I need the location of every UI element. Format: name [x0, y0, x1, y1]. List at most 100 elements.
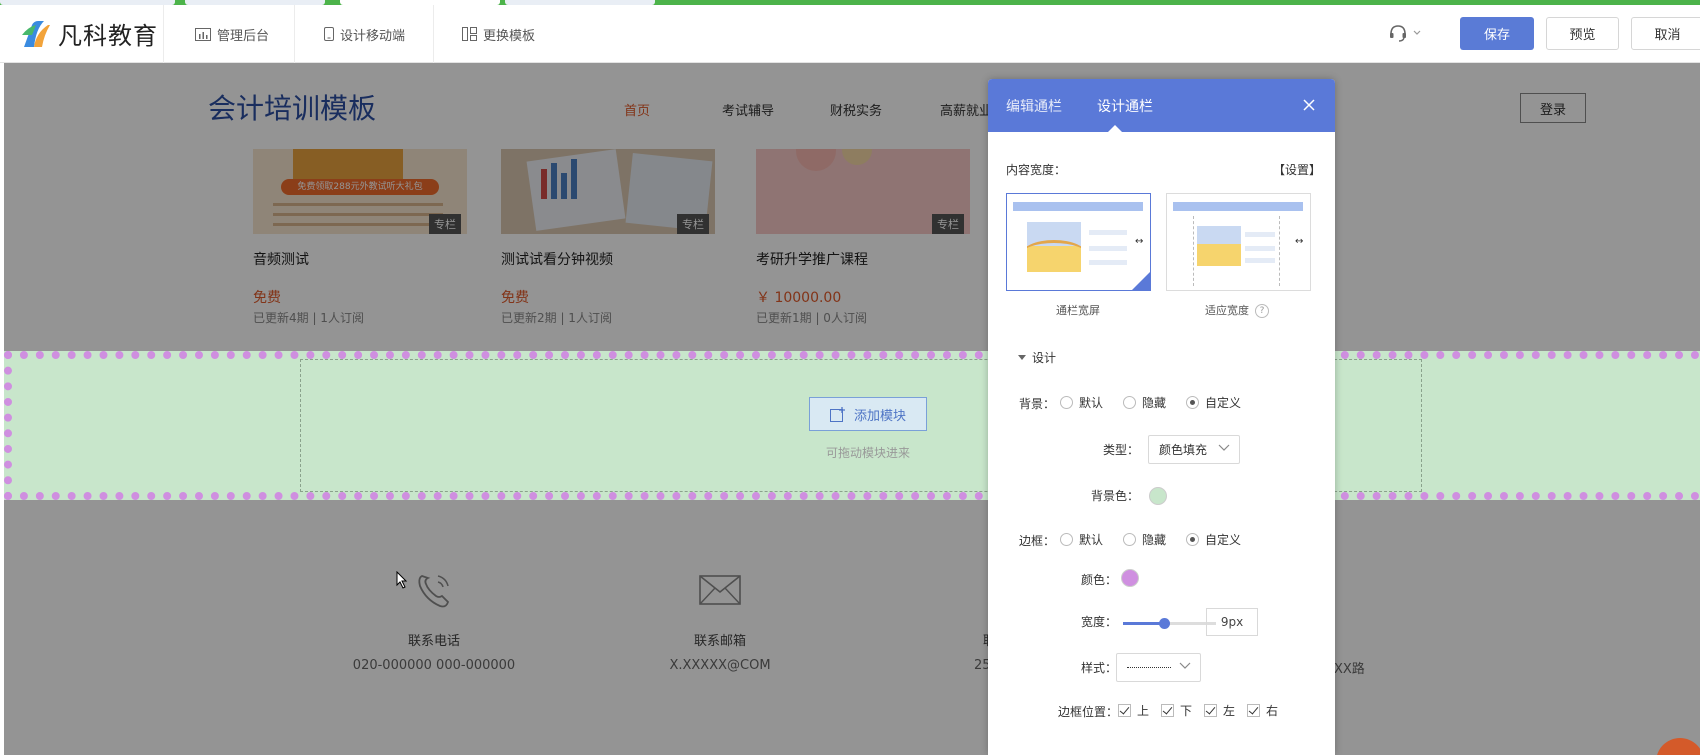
- nav-item-tax[interactable]: 财税实务: [830, 100, 882, 119]
- promo-line: [273, 223, 443, 226]
- editor-toolbar: 凡科教育 管理后台 设计移动端 更换模板 保存 预览 取消: [0, 5, 1700, 63]
- change-template-button[interactable]: 更换模板: [462, 5, 535, 63]
- radio-button[interactable]: [1060, 533, 1073, 546]
- layout-preview-wave: [1027, 240, 1081, 270]
- layout-caption-fitwidth: 适应宽度?: [1205, 302, 1269, 318]
- course-title[interactable]: 测试试看分钟视频: [501, 249, 613, 269]
- border-position-bottom[interactable]: 下: [1161, 702, 1192, 719]
- login-button[interactable]: 登录: [1520, 93, 1586, 123]
- help-icon[interactable]: ?: [1255, 304, 1269, 318]
- nav-item-jobs[interactable]: 高薪就业: [940, 100, 992, 119]
- layout-option-fitwidth[interactable]: ↔: [1166, 193, 1311, 291]
- support-menu[interactable]: [1388, 23, 1421, 43]
- promo-line: [273, 213, 443, 216]
- border-position-left[interactable]: 左: [1204, 702, 1235, 719]
- add-module-icon: [829, 406, 845, 422]
- layout-preview-line: [1245, 246, 1275, 251]
- radio-button-selected[interactable]: [1186, 396, 1200, 409]
- admin-button[interactable]: 管理后台: [195, 5, 269, 63]
- radio-label: 默认: [1079, 396, 1104, 410]
- content-width-label: 内容宽度：: [1006, 163, 1067, 177]
- border-width-input[interactable]: 9px: [1206, 608, 1258, 636]
- type-label: 类型：: [1103, 443, 1140, 457]
- layout-preview-line: [1089, 260, 1127, 265]
- radio-button-selected[interactable]: [1186, 533, 1200, 546]
- chevron-down-icon: [1218, 444, 1230, 451]
- radio-label: 自定义: [1205, 396, 1242, 410]
- toolbar-divider: [433, 5, 434, 63]
- mobile-icon: [324, 27, 334, 41]
- border-position-right[interactable]: 右: [1247, 702, 1278, 719]
- border-position-top[interactable]: 上: [1118, 702, 1149, 719]
- footer-value-partial: XX路: [1334, 662, 1365, 677]
- layout-preview-line: [1245, 258, 1275, 263]
- selected-section[interactable]: 添加模块 可拖动模块进来: [4, 351, 1700, 500]
- border-position-checkboxes: 上 下 左 右: [1118, 702, 1290, 719]
- checkbox-label: 左: [1223, 704, 1236, 718]
- logo-icon: [18, 15, 54, 51]
- checkbox-checked[interactable]: [1247, 704, 1261, 717]
- checkbox-checked[interactable]: [1161, 704, 1175, 717]
- layout-preview-sky: [1197, 226, 1241, 244]
- checkbox-checked[interactable]: [1204, 704, 1218, 717]
- checkbox-checked[interactable]: [1118, 704, 1131, 717]
- border-color-label: 颜色：: [1081, 573, 1118, 587]
- settings-link[interactable]: 【设置】: [1273, 161, 1321, 178]
- border-option-hidden[interactable]: 隐藏: [1123, 531, 1166, 548]
- admin-label: 管理后台: [217, 28, 270, 44]
- close-icon[interactable]: [1300, 96, 1318, 114]
- course-title[interactable]: 考研升学推广课程: [756, 249, 868, 269]
- nav-item-home[interactable]: 首页: [624, 100, 650, 119]
- footer-value: X.XXXXX@COM: [669, 658, 771, 673]
- preview-button[interactable]: 预览: [1546, 17, 1619, 50]
- layout-preview-bar: [1173, 202, 1303, 211]
- course-price: 免费: [253, 290, 281, 306]
- chart-bar-image: [561, 173, 567, 199]
- tab-design-section[interactable]: 设计通栏: [1097, 79, 1153, 132]
- nav-item-exam[interactable]: 考试辅导: [722, 100, 774, 119]
- border-option-default[interactable]: 默认: [1060, 531, 1103, 548]
- add-module-button[interactable]: 添加模块: [809, 397, 927, 431]
- selected-check-icon: [1132, 272, 1150, 290]
- site-title[interactable]: 会计培训模板: [208, 87, 376, 127]
- layout-option-fullwidth[interactable]: ↔: [1006, 193, 1151, 291]
- background-color-swatch[interactable]: [1149, 487, 1167, 505]
- border-width-slider-handle[interactable]: [1159, 618, 1170, 629]
- checkbox-label: 上: [1137, 704, 1150, 718]
- panel-header: 编辑通栏 设计通栏: [988, 79, 1335, 132]
- change-template-label: 更换模板: [483, 28, 536, 44]
- radio-button[interactable]: [1123, 396, 1137, 409]
- border-style-select[interactable]: [1116, 653, 1201, 682]
- background-type-select[interactable]: 颜色填充: [1148, 435, 1240, 464]
- resize-arrows-icon: ↔: [1295, 236, 1304, 247]
- logo[interactable]: 凡科教育: [18, 15, 158, 51]
- checkbox-label: 右: [1266, 704, 1279, 718]
- background-option-hidden[interactable]: 隐藏: [1123, 394, 1166, 411]
- chevron-down-icon: [1179, 662, 1191, 669]
- background-option-custom[interactable]: 自定义: [1186, 394, 1241, 411]
- add-module-label: 添加模块: [853, 408, 906, 424]
- border-option-custom[interactable]: 自定义: [1186, 531, 1241, 548]
- course-meta: 已更新2期 | 1人订阅: [501, 311, 612, 325]
- layout-preview-line: [1089, 230, 1127, 235]
- border-color-swatch[interactable]: [1121, 569, 1139, 587]
- design-mobile-button[interactable]: 设计移动端: [324, 5, 405, 63]
- border-label: 边框：: [1019, 534, 1056, 548]
- tab-edit-section[interactable]: 编辑通栏: [1006, 79, 1062, 132]
- active-tab-indicator: [1108, 125, 1122, 132]
- mail-icon: [699, 575, 741, 605]
- design-section-toggle[interactable]: 设计: [1018, 349, 1056, 366]
- course-title[interactable]: 音频测试: [253, 249, 309, 269]
- radio-button[interactable]: [1123, 533, 1137, 546]
- footer-label: 联系电话: [407, 634, 460, 649]
- save-button[interactable]: 保存: [1460, 17, 1534, 50]
- resize-arrows-icon: ↔: [1135, 236, 1144, 247]
- background-option-default[interactable]: 默认: [1060, 394, 1103, 411]
- column-tag: 专栏: [677, 214, 709, 234]
- radio-button[interactable]: [1060, 396, 1073, 409]
- layout-preview-line: [1089, 246, 1127, 251]
- promo-banner: 免费领取288元外教试听大礼包: [281, 179, 439, 195]
- cancel-button[interactable]: 取消: [1631, 17, 1700, 50]
- course-price: ￥ 10000.00: [756, 290, 842, 306]
- chevron-down-icon: [1413, 30, 1421, 35]
